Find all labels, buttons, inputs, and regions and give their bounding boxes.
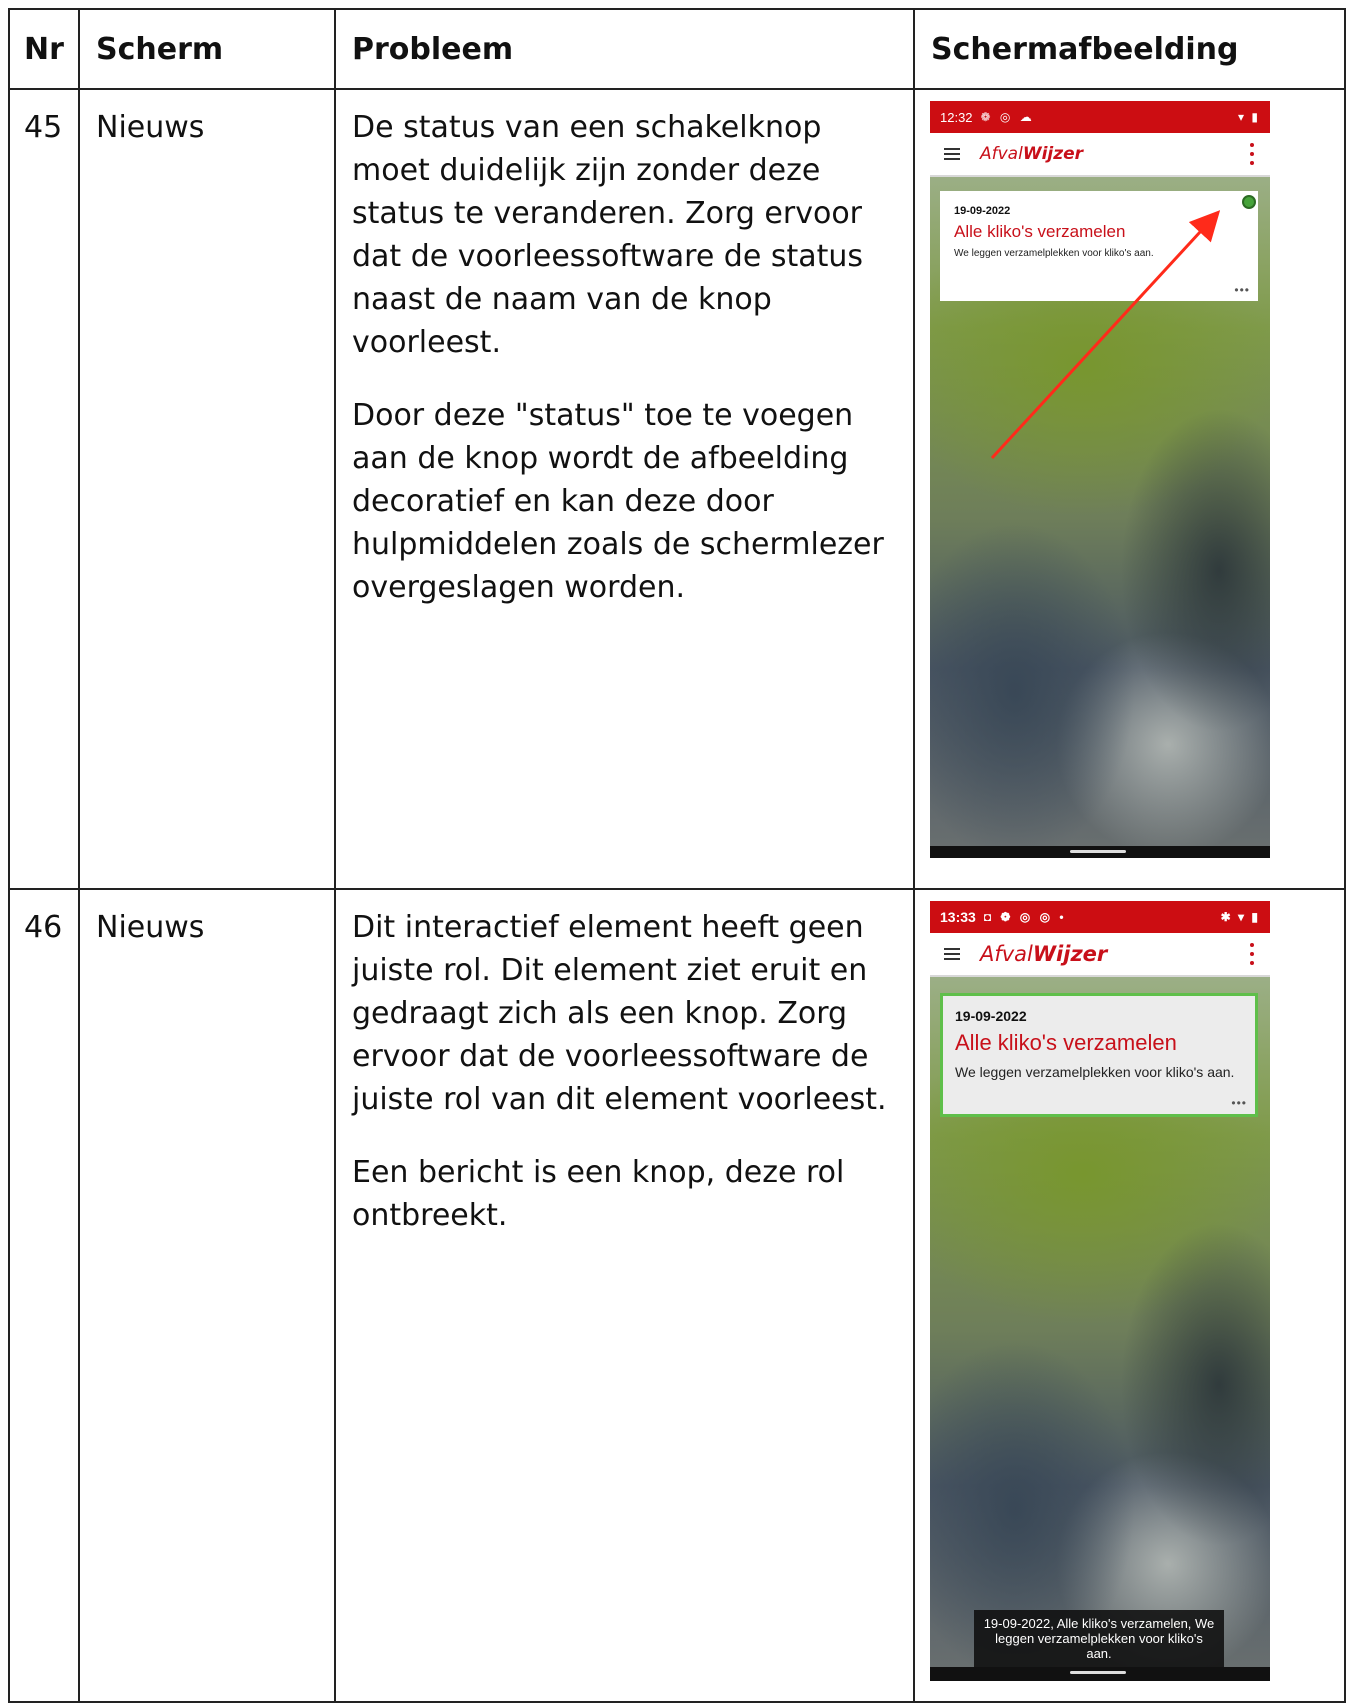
row-nr-cell: 45 bbox=[8, 88, 80, 890]
hamburger-menu-icon[interactable] bbox=[944, 948, 960, 960]
news-card-focused[interactable]: 19-09-2022 Alle kliko's verzamelen We le… bbox=[940, 993, 1258, 1117]
status-time: 13:33 bbox=[940, 909, 976, 925]
news-title: Alle kliko's verzamelen bbox=[955, 1030, 1177, 1055]
probleem-paragraph: Door deze "status" toe te voegen aan de … bbox=[352, 398, 884, 605]
row-nr-cell: 46 bbox=[8, 888, 80, 1703]
more-dots-icon[interactable]: ••• bbox=[1231, 1096, 1247, 1110]
row-nr: 45 bbox=[24, 110, 63, 145]
nav-bar bbox=[930, 1667, 1270, 1681]
phone-screenshot: 12:32 ❁ ◎ ☁ ▾ ▮ AfvalWijzer 19-09-2022 A… bbox=[930, 101, 1270, 858]
status-bar: 13:33 ◘ ❁ ◎ ◎ • ✱ ▾ ▮ bbox=[930, 901, 1270, 933]
probleem-paragraph: De status van een schakelknop moet duide… bbox=[352, 110, 864, 360]
row-screenshot-cell: 12:32 ❁ ◎ ☁ ▾ ▮ AfvalWijzer 19-09-2022 A… bbox=[913, 88, 1346, 890]
news-summary: We leggen verzamelplekken voor kliko's a… bbox=[955, 1064, 1235, 1080]
app-bar: AfvalWijzer bbox=[930, 933, 1270, 977]
table-row: 45 Nieuws De status van een schakelknop … bbox=[8, 88, 1346, 890]
row-probleem-cell: Dit interactief element heeft geen juist… bbox=[334, 888, 915, 1703]
row-screenshot-cell: 13:33 ◘ ❁ ◎ ◎ • ✱ ▾ ▮ AfvalWijzer 19-09-… bbox=[913, 888, 1346, 1703]
status-icons: ◘ ❁ ◎ ◎ • bbox=[983, 910, 1067, 924]
header-scherm: Scherm bbox=[78, 8, 336, 90]
afvalwijzer-logo: AfvalWijzer bbox=[980, 942, 1108, 966]
row-scherm: Nieuws bbox=[96, 910, 205, 945]
header-schermafbeelding: Schermafbeelding bbox=[913, 8, 1346, 90]
row-probleem-cell: De status van een schakelknop moet duide… bbox=[334, 88, 915, 890]
home-gesture-handle[interactable] bbox=[1070, 850, 1126, 853]
bluetooth-wifi-battery-icon: ✱ ▾ ▮ bbox=[1220, 910, 1260, 924]
probleem-paragraph: Dit interactief element heeft geen juist… bbox=[352, 910, 887, 1117]
header-probleem: Probleem bbox=[334, 8, 915, 90]
issues-table: Nr Scherm Probleem Schermafbeelding 45 N… bbox=[8, 8, 1346, 1703]
row-scherm-cell: Nieuws bbox=[78, 88, 336, 890]
phone-screenshot: 13:33 ◘ ❁ ◎ ◎ • ✱ ▾ ▮ AfvalWijzer 19-09-… bbox=[930, 901, 1270, 1681]
home-gesture-handle[interactable] bbox=[1070, 1671, 1126, 1674]
overflow-menu-icon[interactable] bbox=[1250, 943, 1254, 965]
nav-bar bbox=[930, 846, 1270, 858]
table-row: 46 Nieuws Dit interactief element heeft … bbox=[8, 888, 1346, 1703]
row-scherm: Nieuws bbox=[96, 110, 205, 145]
screen-reader-caption: 19-09-2022, Alle kliko's verzamelen, We … bbox=[974, 1610, 1224, 1667]
news-date: 19-09-2022 bbox=[955, 1008, 1027, 1024]
header-nr: Nr bbox=[8, 8, 80, 90]
row-scherm-cell: Nieuws bbox=[78, 888, 336, 1703]
row-nr: 46 bbox=[24, 910, 63, 945]
header-row: Nr Scherm Probleem Schermafbeelding bbox=[8, 8, 1346, 90]
probleem-paragraph: Een bericht is een knop, deze rol ontbre… bbox=[352, 1155, 845, 1233]
red-arrow-annotation bbox=[990, 210, 1221, 460]
